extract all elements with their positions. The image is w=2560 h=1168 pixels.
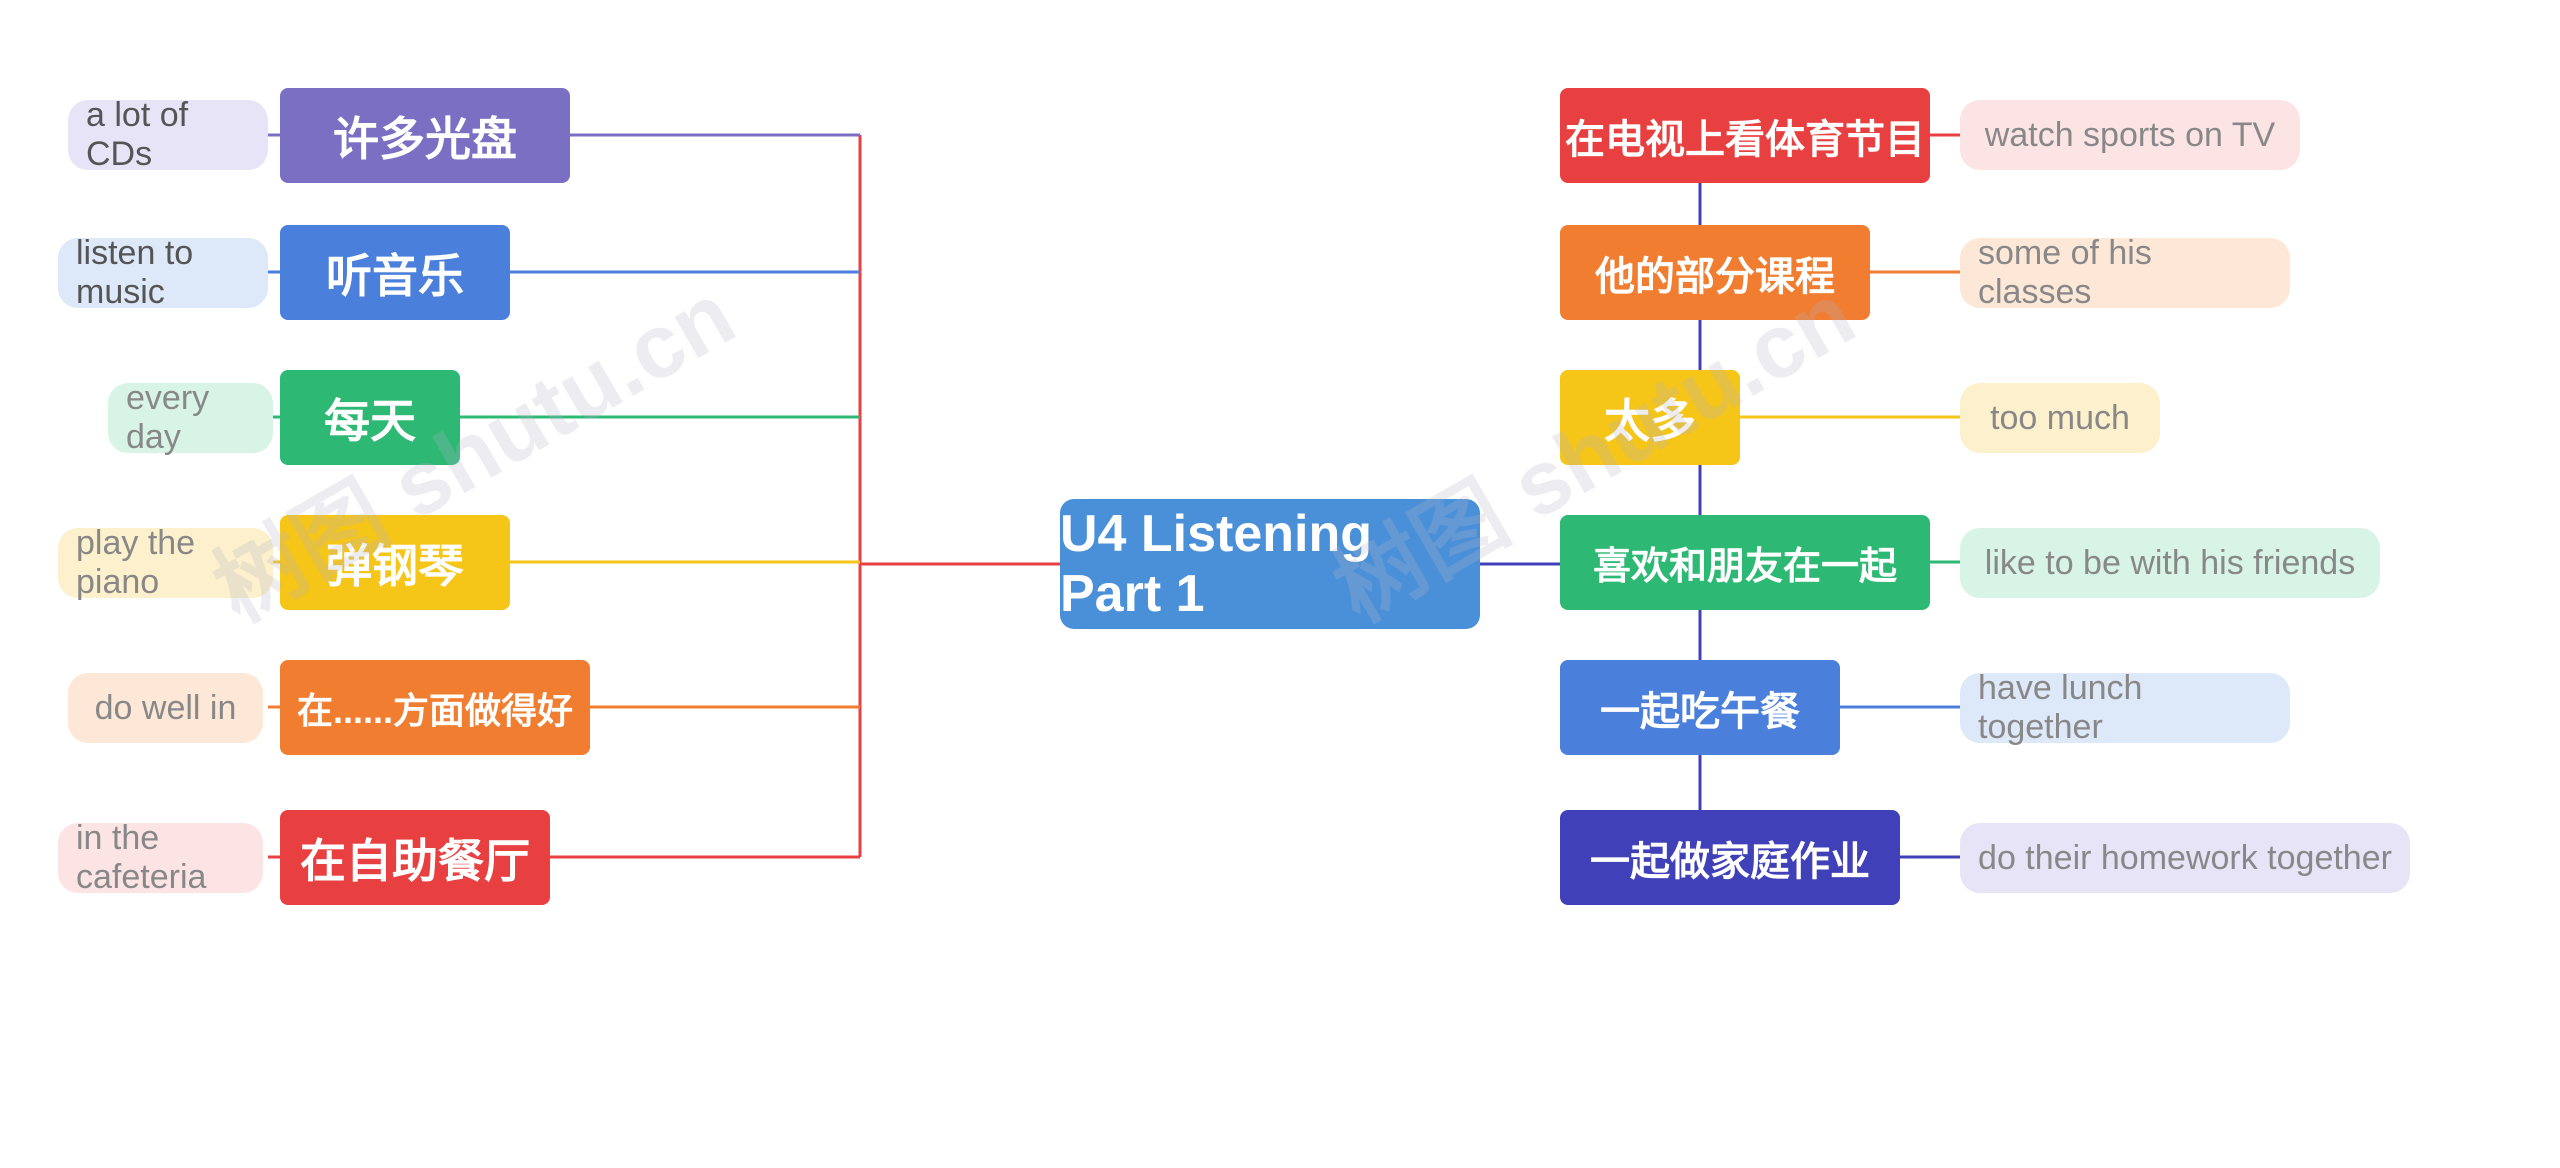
node-l2-text: 听音乐 [326,240,464,306]
label-l2: listen to music [58,238,268,308]
label-r1-text: watch sports on TV [1985,116,2275,155]
node-r3: 太多 [1560,370,1740,465]
node-r6: 一起做家庭作业 [1560,810,1900,905]
label-r4: like to be with his friends [1960,528,2380,598]
label-r5-text: have lunch together [1978,669,2272,747]
label-r4-text: like to be with his friends [1985,544,2355,583]
label-l5-text: do well in [95,689,237,728]
label-l3-text: every day [126,379,255,457]
node-l2: 听音乐 [280,225,510,320]
node-l5-text: 在......方面做得好 [297,682,573,734]
center-node: U4 Listening Part 1 [1060,499,1480,629]
label-l6-text: in the cafeteria [76,819,245,897]
node-l4: 弹钢琴 [280,515,510,610]
node-r3-text: 太多 [1604,385,1696,451]
node-l5: 在......方面做得好 [280,660,590,755]
label-r3-text: too much [1990,399,2130,438]
label-l3: every day [108,383,273,453]
label-l4: play the piano [58,528,273,598]
node-l1-text: 许多光盘 [333,103,517,169]
label-l2-text: listen to music [76,234,250,312]
node-l6-text: 在自助餐厅 [300,825,530,891]
label-r5: have lunch together [1960,673,2290,743]
node-r2-text: 他的部分课程 [1595,244,1835,302]
label-r6: do their homework together [1960,823,2410,893]
label-l6: in the cafeteria [58,823,263,893]
label-l1: a lot of CDs [68,100,268,170]
node-l3-text: 每天 [324,385,416,451]
node-l1: 许多光盘 [280,88,570,183]
label-l4-text: play the piano [76,524,255,602]
node-r1-text: 在电视上看体育节目 [1565,107,1925,165]
node-r6-text: 一起做家庭作业 [1590,829,1870,887]
node-r4: 喜欢和朋友在一起 [1560,515,1930,610]
node-r1: 在电视上看体育节目 [1560,88,1930,183]
node-l4-text: 弹钢琴 [326,530,464,596]
label-l5: do well in [68,673,263,743]
node-r5-text: 一起吃午餐 [1600,679,1800,737]
node-l3: 每天 [280,370,460,465]
node-r4-text: 喜欢和朋友在一起 [1593,535,1897,590]
node-l6: 在自助餐厅 [280,810,550,905]
label-r2: some of his classes [1960,238,2290,308]
center-label: U4 Listening Part 1 [1060,504,1480,624]
label-r6-text: do their homework together [1978,839,2392,878]
label-r1: watch sports on TV [1960,100,2300,170]
mind-map: U4 Listening Part 1 许多光盘 听音乐 每天 弹钢琴 在...… [0,0,2560,1168]
label-l1-text: a lot of CDs [86,96,250,174]
label-r2-text: some of his classes [1978,234,2272,312]
node-r2: 他的部分课程 [1560,225,1870,320]
node-r5: 一起吃午餐 [1560,660,1840,755]
label-r3: too much [1960,383,2160,453]
